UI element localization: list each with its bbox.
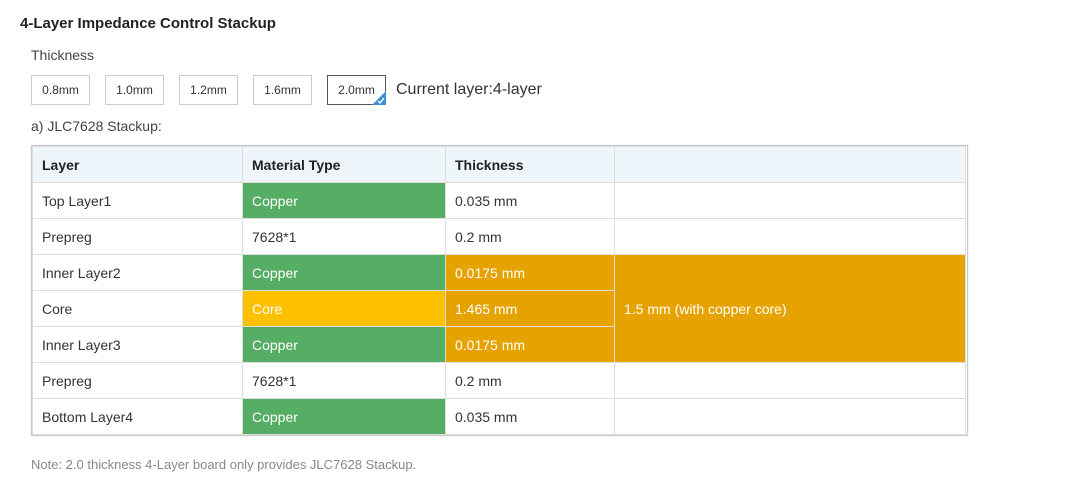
material-cell: Copper [242,398,446,435]
material-cell: 7628*1 [242,362,446,399]
material-cell: Copper [242,326,446,363]
thickness-options: 0.8mm 1.0mm 1.2mm 1.6mm 2.0mm Current la… [31,75,542,105]
thickness-cell: 0.2 mm [445,218,615,255]
total-cell [614,218,966,255]
table-row: Inner Layer2 Copper 0.0175 mm 1.5 mm (wi… [32,254,966,363]
material-cell: Copper [242,182,446,219]
thickness-cell: 0.2 mm [445,362,615,399]
header-thickness: Thickness [445,146,615,183]
total-cell [614,182,966,219]
stackup-table: Layer Material Type Thickness Top Layer1… [32,146,966,435]
material-cell: Core [242,290,446,327]
material-cell: Copper [242,254,446,291]
table-row: Top Layer1 Copper 0.035 mm [32,182,966,219]
layer-cell: Top Layer1 [32,182,243,219]
material-cell: 7628*1 [242,218,446,255]
layer-cell: Core [32,290,243,327]
stackup-label: a) JLC7628 Stackup: [31,118,162,134]
thickness-option-0-8mm[interactable]: 0.8mm [31,75,90,105]
current-layer-text: Current layer:4-layer [396,81,542,98]
thickness-option-1-6mm[interactable]: 1.6mm [253,75,312,105]
table-header-row: Layer Material Type Thickness [32,146,966,183]
total-cell [614,362,966,399]
thickness-cell: 1.465 mm [445,290,615,327]
layer-cell: Bottom Layer4 [32,398,243,435]
total-cell [614,398,966,435]
thickness-option-1-2mm[interactable]: 1.2mm [179,75,238,105]
header-material-type: Material Type [242,146,446,183]
core-total-cell: 1.5 mm (with copper core) [614,254,966,363]
layer-cell: Inner Layer3 [32,326,243,363]
thickness-cell: 0.035 mm [445,398,615,435]
thickness-cell: 0.035 mm [445,182,615,219]
thickness-label: Thickness [31,47,95,63]
thickness-cell: 0.0175 mm [445,254,615,291]
table-row: Bottom Layer4 Copper 0.035 mm [32,398,966,435]
thickness-option-2-0mm[interactable]: 2.0mm [327,75,386,105]
layer-cell: Prepreg [32,218,243,255]
header-total [614,146,966,183]
thickness-cell: 0.0175 mm [445,326,615,363]
header-layer: Layer [32,146,243,183]
stackup-table-container: Layer Material Type Thickness Top Layer1… [31,145,968,436]
selected-check-icon [372,91,386,105]
page-title: 4-Layer Impedance Control Stackup [20,15,276,32]
layer-cell: Inner Layer2 [32,254,243,291]
table-row: Prepreg 7628*1 0.2 mm [32,218,966,255]
layer-cell: Prepreg [32,362,243,399]
thickness-option-1-0mm[interactable]: 1.0mm [105,75,164,105]
table-row: Prepreg 7628*1 0.2 mm [32,362,966,399]
footnote: Note: 2.0 thickness 4-Layer board only p… [31,457,417,472]
thickness-option-label: 2.0mm [338,83,375,97]
